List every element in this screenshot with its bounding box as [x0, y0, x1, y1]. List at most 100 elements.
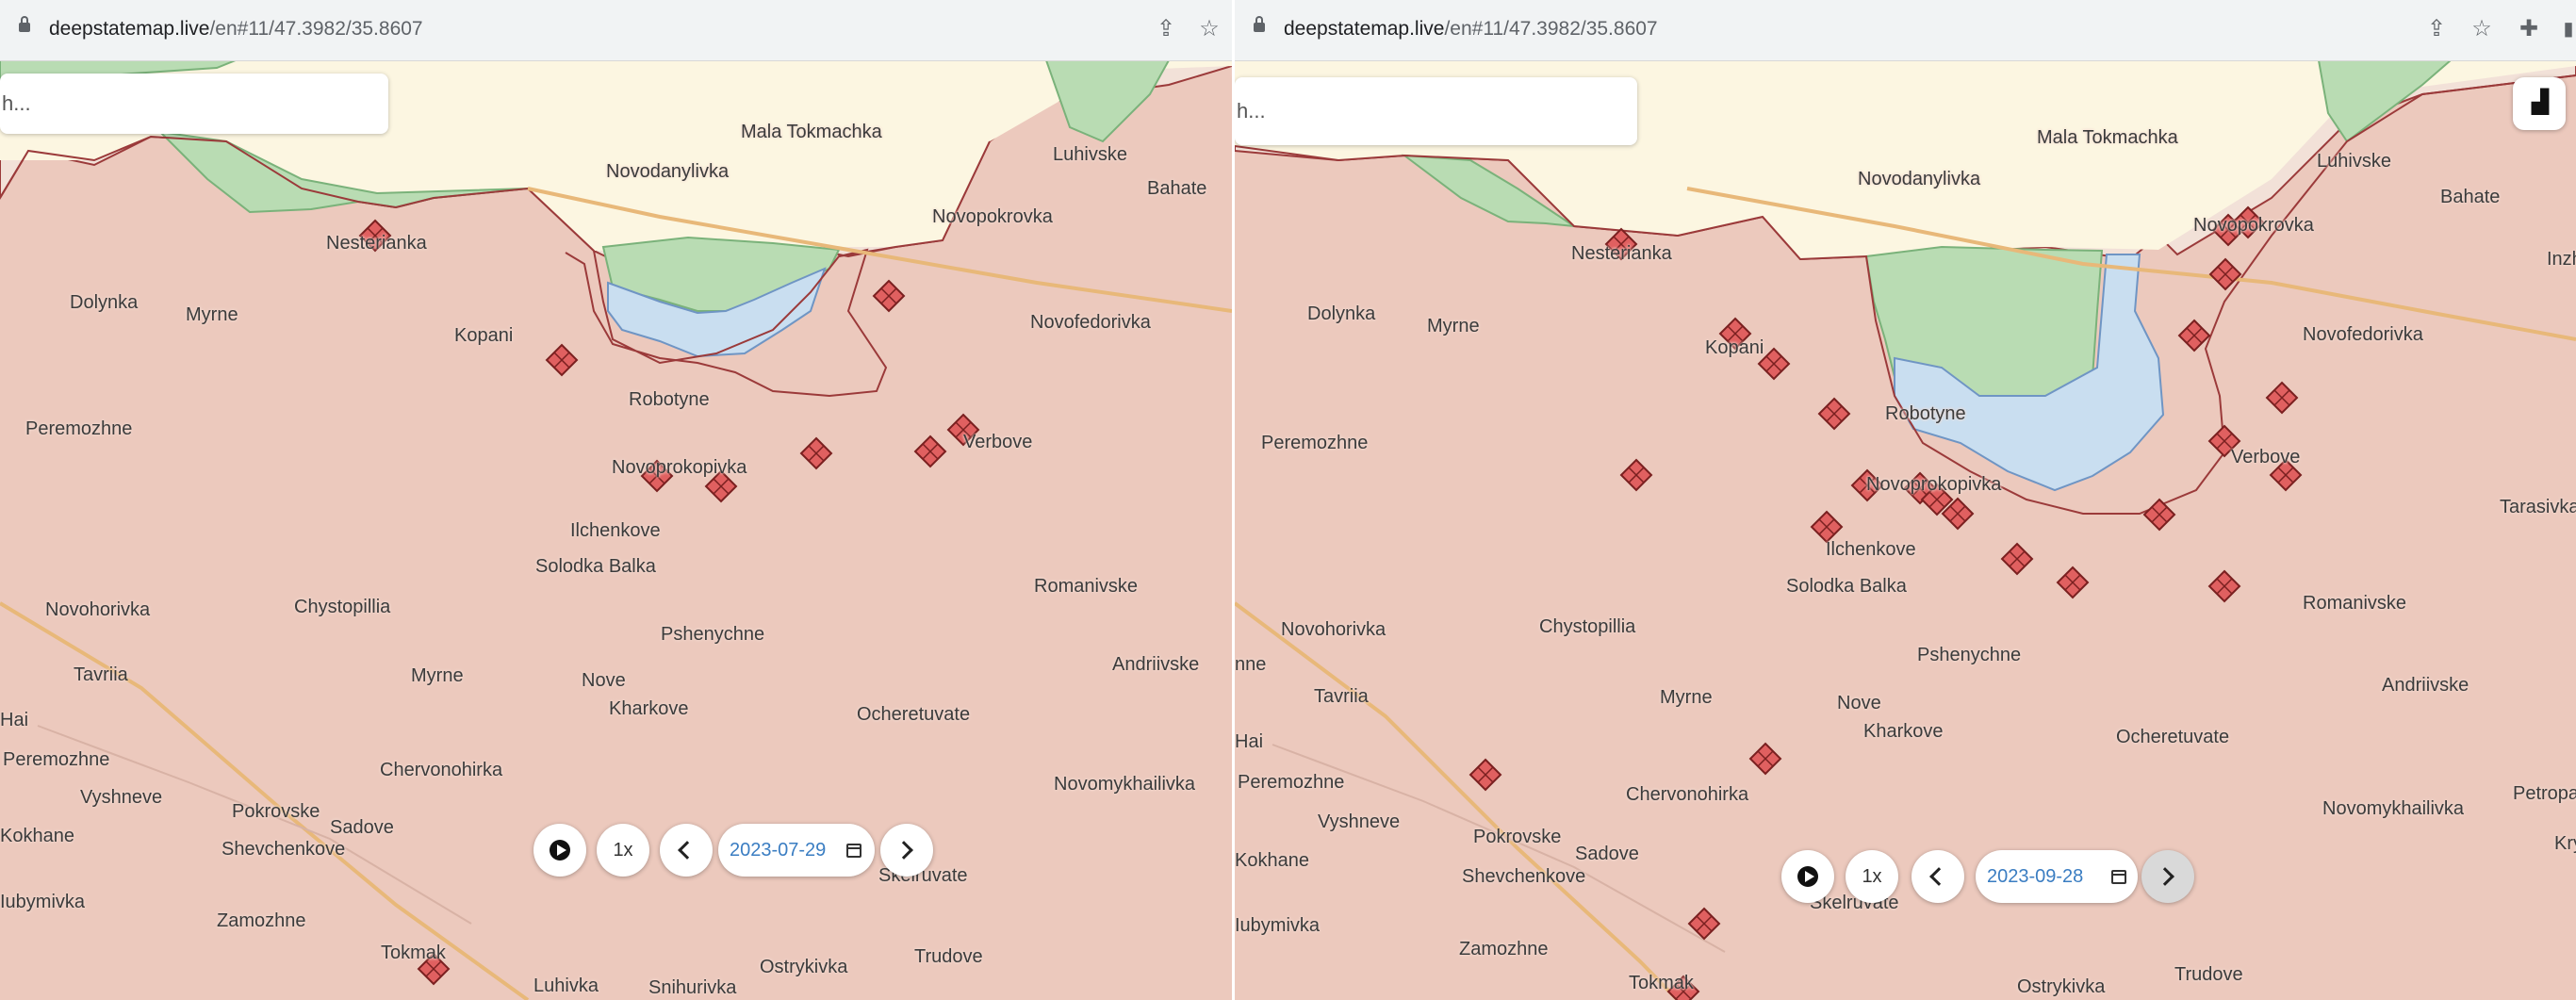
calendar-icon[interactable]	[2111, 870, 2126, 884]
speed-button[interactable]: 1x	[597, 824, 649, 877]
place-label: Romanivske	[2303, 593, 2407, 614]
place-label: Myrne	[411, 665, 464, 686]
star-icon[interactable]: ☆	[1195, 15, 1223, 43]
place-label: Luhivka	[533, 975, 599, 996]
search-input[interactable]: h...	[1235, 77, 1637, 145]
play-icon	[1797, 866, 1818, 887]
place-label: Vyshneve	[1318, 811, 1401, 832]
place-label: Bahate	[2440, 187, 2501, 207]
place-label: Myrne	[186, 304, 238, 325]
place-label: Novodanylivka	[1858, 169, 1981, 189]
search-input[interactable]: h...	[0, 74, 388, 134]
url-text[interactable]: deepstatemap.live/en#11/47.3982/35.8607	[49, 18, 423, 41]
place-label: Zamozhne	[217, 910, 306, 931]
share-icon[interactable]: ⇪	[1152, 15, 1180, 43]
right-map-panel: deepstatemap.live/en#11/47.3982/35.8607 …	[1235, 0, 2576, 1000]
place-label: Sadove	[1575, 844, 1639, 864]
next-day-button[interactable]	[2141, 850, 2194, 903]
lock-icon	[19, 16, 30, 32]
profile-icon[interactable]: ▮	[2554, 15, 2576, 43]
place-label: Mala Tokmachka	[741, 122, 882, 142]
place-label: Kopani	[1705, 337, 1764, 358]
place-label: Kharkove	[609, 698, 689, 719]
place-label: Novofedorivka	[1030, 312, 1151, 333]
place-label: Robotyne	[1885, 403, 1966, 424]
place-label: Sadove	[330, 817, 394, 838]
place-label: Kokhane	[1235, 850, 1309, 871]
address-bar[interactable]: deepstatemap.live/en#11/47.3982/35.8607 …	[0, 0, 1232, 61]
place-label: Ilchenkove	[570, 520, 661, 541]
place-label: Robotyne	[629, 389, 710, 410]
date-picker[interactable]: 2023-07-29	[718, 824, 875, 877]
place-label: Novopokrovka	[932, 206, 1053, 227]
place-label: Novomykhailivka	[1054, 774, 1196, 795]
address-bar[interactable]: deepstatemap.live/en#11/47.3982/35.8607 …	[1235, 0, 2576, 61]
place-label: Iubymivka	[1235, 915, 1321, 936]
place-label: Novohorivka	[1281, 619, 1386, 640]
place-label: Tokmak	[1629, 973, 1694, 993]
url-text[interactable]: deepstatemap.live/en#11/47.3982/35.8607	[1284, 18, 1658, 41]
date-value: 2023-07-29	[730, 840, 827, 861]
place-label: Hai	[0, 710, 29, 730]
lock-icon	[1254, 16, 1265, 32]
place-label: Luhivske	[1053, 144, 1127, 165]
place-label: Solodka Balka	[535, 556, 656, 577]
place-label: nne	[1235, 654, 1267, 675]
place-label: Petropa	[2513, 783, 2576, 804]
place-label: Ilchenkove	[1826, 539, 1916, 560]
previous-day-button[interactable]	[1911, 850, 1964, 903]
place-label: Novofedorivka	[2303, 324, 2423, 345]
calendar-icon[interactable]	[846, 844, 861, 858]
play-icon	[550, 840, 570, 861]
share-icon[interactable]: ⇪	[2422, 15, 2451, 43]
place-label: Andriivske	[1112, 654, 1200, 675]
place-label: Myrne	[1427, 316, 1480, 336]
place-label: Shevchenkove	[1462, 866, 1586, 887]
chevron-left-icon	[678, 841, 697, 860]
place-label: Novomykhailivka	[2322, 798, 2465, 819]
place-label: Pshenychne	[661, 624, 765, 645]
place-label: Andriivske	[2382, 675, 2469, 696]
place-label: Inzhe	[2547, 249, 2576, 270]
place-label: Nove	[1837, 693, 1881, 713]
place-label: Peremozhne	[1238, 772, 1345, 793]
stats-button[interactable]: ▟	[2513, 77, 2566, 130]
place-label: Chervonohirka	[380, 760, 503, 780]
place-label: Novoprokopivka	[612, 457, 747, 478]
place-label: Dolynka	[70, 292, 139, 313]
place-label: Trudove	[2174, 964, 2243, 985]
place-label: Myrne	[1660, 687, 1713, 708]
extension-icon[interactable]: ✚	[2515, 15, 2543, 43]
place-label: Zamozhne	[1459, 939, 1549, 959]
place-label: Nesterianka	[1571, 243, 1672, 264]
chevron-left-icon	[1929, 867, 1948, 886]
stats-icon: ▟	[2531, 90, 2550, 115]
date-picker[interactable]: 2023-09-28	[1976, 850, 2138, 903]
place-label: Ostrykivka	[2017, 976, 2106, 997]
place-label: Ocheretuvate	[857, 704, 971, 725]
place-label: Novodanylivka	[606, 161, 730, 182]
place-label: Pokrovske	[1473, 827, 1562, 847]
previous-day-button[interactable]	[660, 824, 713, 877]
place-label: Peremozhne	[1261, 433, 1369, 453]
map-canvas[interactable]: h... ▟ Mala Tokmachka Luhivske Novodanyl…	[1235, 60, 2576, 1000]
place-label: Trudove	[914, 946, 983, 967]
play-button[interactable]	[1781, 850, 1834, 903]
place-label: Mala Tokmachka	[2037, 127, 2178, 148]
next-day-button[interactable]	[880, 824, 933, 877]
place-label: Novohorivka	[45, 599, 151, 620]
map-canvas[interactable]: h... Mala Tokmachka Luhivske Novodanyliv…	[0, 60, 1232, 1000]
place-label: Nesterianka	[326, 233, 427, 254]
place-label: Kokhane	[0, 826, 74, 846]
speed-button[interactable]: 1x	[1846, 850, 1898, 903]
place-label: Chervonohirka	[1626, 784, 1749, 805]
place-label: Ostrykivka	[760, 957, 848, 977]
place-label: Ocheretuvate	[2116, 727, 2230, 747]
star-icon[interactable]: ☆	[2468, 15, 2496, 43]
place-label: Bahate	[1147, 178, 1207, 199]
place-label: Chystopillia	[294, 597, 391, 617]
place-label: Novoprokopivka	[1866, 474, 2002, 495]
play-button[interactable]	[533, 824, 586, 877]
place-label: Kharkove	[1863, 721, 1944, 742]
place-label: Solodka Balka	[1786, 576, 1907, 597]
